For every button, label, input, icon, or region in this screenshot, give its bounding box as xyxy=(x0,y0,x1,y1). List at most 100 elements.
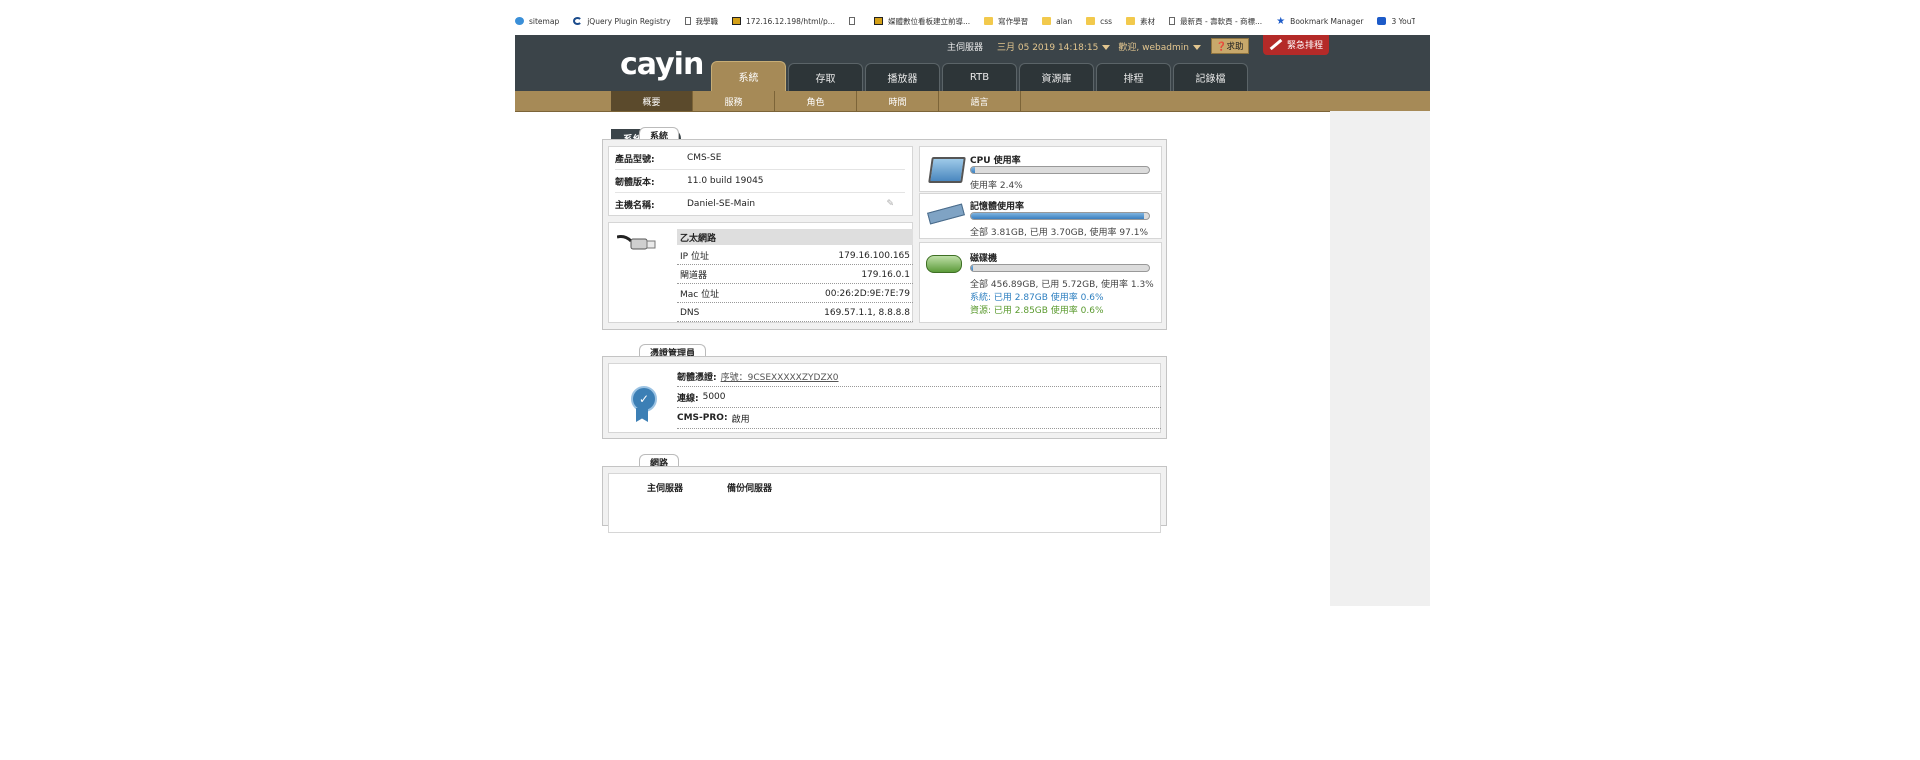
cayin-logo[interactable]: cayin xyxy=(620,47,704,82)
help-icon: ❓ xyxy=(1215,42,1227,52)
bookmark-label: 素材 xyxy=(1140,16,1156,26)
bookmarks-bar: sitemap jQuery Plugin Registry 我學職 172.16.1… xyxy=(515,10,1415,32)
bookmark-item[interactable]: 素材 xyxy=(1126,16,1155,27)
tab-main-0[interactable]: 系統 xyxy=(711,61,786,91)
cmspro-value: 啟用 xyxy=(731,414,750,425)
bookmark-label: 3 YouTube t xyxy=(1391,16,1415,26)
tab-main-6[interactable]: 記錄檔 xyxy=(1173,63,1248,91)
bookmark-item[interactable]: 寫作學習 xyxy=(984,16,1028,27)
tab-sub-1[interactable]: 服務 xyxy=(693,91,775,111)
page-icon xyxy=(1169,17,1176,25)
ethernet-title: 乙太網路 xyxy=(677,229,913,245)
memory-panel: 記憶體使用率 全部 3.81GB, 已用 3.70GB, 使用率 97.1% xyxy=(919,193,1162,239)
ethernet-row-label: 閘道器 xyxy=(680,271,708,281)
bookmark-item[interactable]: jQuery Plugin Registry xyxy=(573,16,671,26)
tab-main-2[interactable]: 播放器 xyxy=(865,63,940,91)
firmware-row: 韌體版本: 11.0 build 19045 xyxy=(615,170,905,193)
network-fieldset: 主伺服器 備份伺服器 xyxy=(602,466,1167,533)
tab-sub-0[interactable]: 概要 xyxy=(611,91,693,111)
ethernet-row: DNS 169.57.1.1, 8.8.8.8 xyxy=(677,304,913,322)
folder-icon xyxy=(984,17,994,25)
product-info-panel: 產品型號: CMS-SE 韌體版本: 11.0 build 19045 主機名稱… xyxy=(608,146,913,216)
ethernet-row-value: 179.16.0.1 xyxy=(861,269,910,280)
bookmark-label: 我學職 xyxy=(695,16,719,26)
hard-drive-icon xyxy=(926,255,962,273)
disk-panel: 磁碟機 全部 456.89GB, 已用 5.72GB, 使用率 1.3% 系統:… xyxy=(919,242,1162,323)
license-fieldset: ✓ 韌體憑證: 序號：9CSEXXXXXZYDZX0 連線: 5000 CMS-… xyxy=(602,356,1167,439)
tab-sub-4[interactable]: 語言 xyxy=(939,91,1021,111)
bookmark-label: sitemap xyxy=(529,16,560,26)
firmware-cert-row: 韌體憑證: 序號：9CSEXXXXXZYDZX0 xyxy=(677,366,1161,387)
right-gutter xyxy=(1330,111,1430,606)
user-menu[interactable]: 歡迎, webadmin xyxy=(1118,40,1201,53)
memory-usage-text: 全部 3.81GB, 已用 3.70GB, 使用率 97.1% xyxy=(970,228,1148,238)
tab-main-3[interactable]: RTB xyxy=(942,63,1017,91)
bookmark-label: Bookmark Manager xyxy=(1290,16,1364,26)
hostname-value: Daniel-SE-Main xyxy=(687,199,756,209)
hostname-row: 主機名稱: Daniel-SE-Main xyxy=(615,199,756,211)
bookmark-label: 寫作學習 xyxy=(998,16,1029,26)
cpu-usage-text: 使用率 2.4% xyxy=(970,181,1023,191)
sub-nav-bar: 概要 服務 角色 時間 語言 xyxy=(515,91,1430,112)
ethernet-row-label: DNS xyxy=(680,307,700,318)
ethernet-row-label: Mac 位址 xyxy=(680,290,720,300)
memory-usage-bar xyxy=(970,212,1150,220)
bookmark-item[interactable]: alan xyxy=(1042,17,1072,26)
youtube-icon xyxy=(1377,17,1387,25)
product-row: 產品型號: CMS-SE xyxy=(615,147,905,170)
page-icon xyxy=(684,17,691,25)
urgent-schedule-button[interactable]: 緊急排程 xyxy=(1263,35,1329,55)
network-panel: 主伺服器 備份伺服器 xyxy=(608,473,1161,533)
top-info: 主伺服器 三月 05 2019 14:18:15 歡迎, webadmin ❓求… xyxy=(947,38,1249,54)
bookmark-item[interactable]: 我學職 xyxy=(684,16,719,27)
main-server-header: 主伺服器 xyxy=(647,484,684,494)
bookmark-item[interactable] xyxy=(848,17,860,25)
ethernet-row-value: 00:26:2D:9E:7E:79 xyxy=(825,288,910,299)
folder-icon xyxy=(1086,17,1096,25)
bookmark-item[interactable]: 最新頁 - 壽軟頁 - 商標... xyxy=(1169,16,1262,27)
top-header: cayin 主伺服器 三月 05 2019 14:18:15 歡迎, webad… xyxy=(515,35,1430,91)
serial-link[interactable]: 序號：9CSEXXXXXZYDZX0 xyxy=(721,370,839,383)
pen-icon xyxy=(1269,38,1283,50)
bookmark-item[interactable]: 3 YouTube t xyxy=(1377,17,1415,26)
bookmark-item[interactable]: 172.16.12.198/html/p... xyxy=(732,17,835,26)
image-icon xyxy=(732,17,742,25)
bookmark-label: jQuery Plugin Registry xyxy=(587,16,671,26)
memory-usage-fill xyxy=(971,213,1144,219)
help-button[interactable]: ❓求助 xyxy=(1210,38,1249,54)
cmspro-row: CMS-PRO: 啟用 xyxy=(677,408,1161,429)
tab-main-5[interactable]: 排程 xyxy=(1096,63,1171,91)
main-tabs: 系統 存取 播放器 RTB 資源庫 排程 記錄檔 xyxy=(711,61,1250,91)
chevron-down-icon xyxy=(1102,44,1111,50)
tab-main-4[interactable]: 資源庫 xyxy=(1019,63,1094,91)
bookmark-item[interactable]: sitemap xyxy=(515,17,559,26)
bookmark-item[interactable]: 媒體數位看板建立前導... xyxy=(873,16,970,27)
memory-title: 記憶體使用率 xyxy=(970,202,1025,212)
star-icon: ★ xyxy=(1276,15,1286,27)
sub-tabs: 概要 服務 角色 時間 語言 xyxy=(611,91,1021,111)
bookmark-item[interactable]: ★ Bookmark Manager xyxy=(1276,16,1363,27)
ethernet-row-value: 169.57.1.1, 8.8.8.8 xyxy=(824,307,910,318)
cpu-panel: CPU 使用率 使用率 2.4% xyxy=(919,146,1162,192)
datetime-dropdown[interactable]: 三月 05 2019 14:18:15 xyxy=(997,40,1111,53)
certificate-icon: ✓ xyxy=(631,386,657,412)
ethernet-row: Mac 位址 00:26:2D:9E:7E:79 xyxy=(677,285,913,303)
firmware-value: 11.0 build 19045 xyxy=(687,176,764,186)
ethernet-row: 閘道器 179.16.0.1 xyxy=(677,266,913,284)
folder-icon xyxy=(1126,17,1136,25)
tab-main-1[interactable]: 存取 xyxy=(788,63,863,91)
disk-usage-text: 全部 456.89GB, 已用 5.72GB, 使用率 1.3% xyxy=(970,280,1154,290)
disk-usage-bar xyxy=(970,264,1150,272)
product-value: CMS-SE xyxy=(687,153,722,163)
edit-hostname-icon[interactable]: ✎ xyxy=(886,199,894,209)
tab-sub-3[interactable]: 時間 xyxy=(857,91,939,111)
clients-value: 5000 xyxy=(702,392,726,402)
chevron-down-icon xyxy=(1192,44,1201,50)
bookmark-item[interactable]: css xyxy=(1086,17,1112,26)
tab-sub-2[interactable]: 角色 xyxy=(775,91,857,111)
ethernet-row: IP 位址 179.16.100.165 xyxy=(677,247,913,265)
disk-usage-fill xyxy=(971,265,974,271)
cpu-usage-bar xyxy=(970,166,1150,174)
bookmark-label: alan xyxy=(1056,16,1073,26)
ethernet-row-value: 179.16.100.165 xyxy=(838,250,910,261)
